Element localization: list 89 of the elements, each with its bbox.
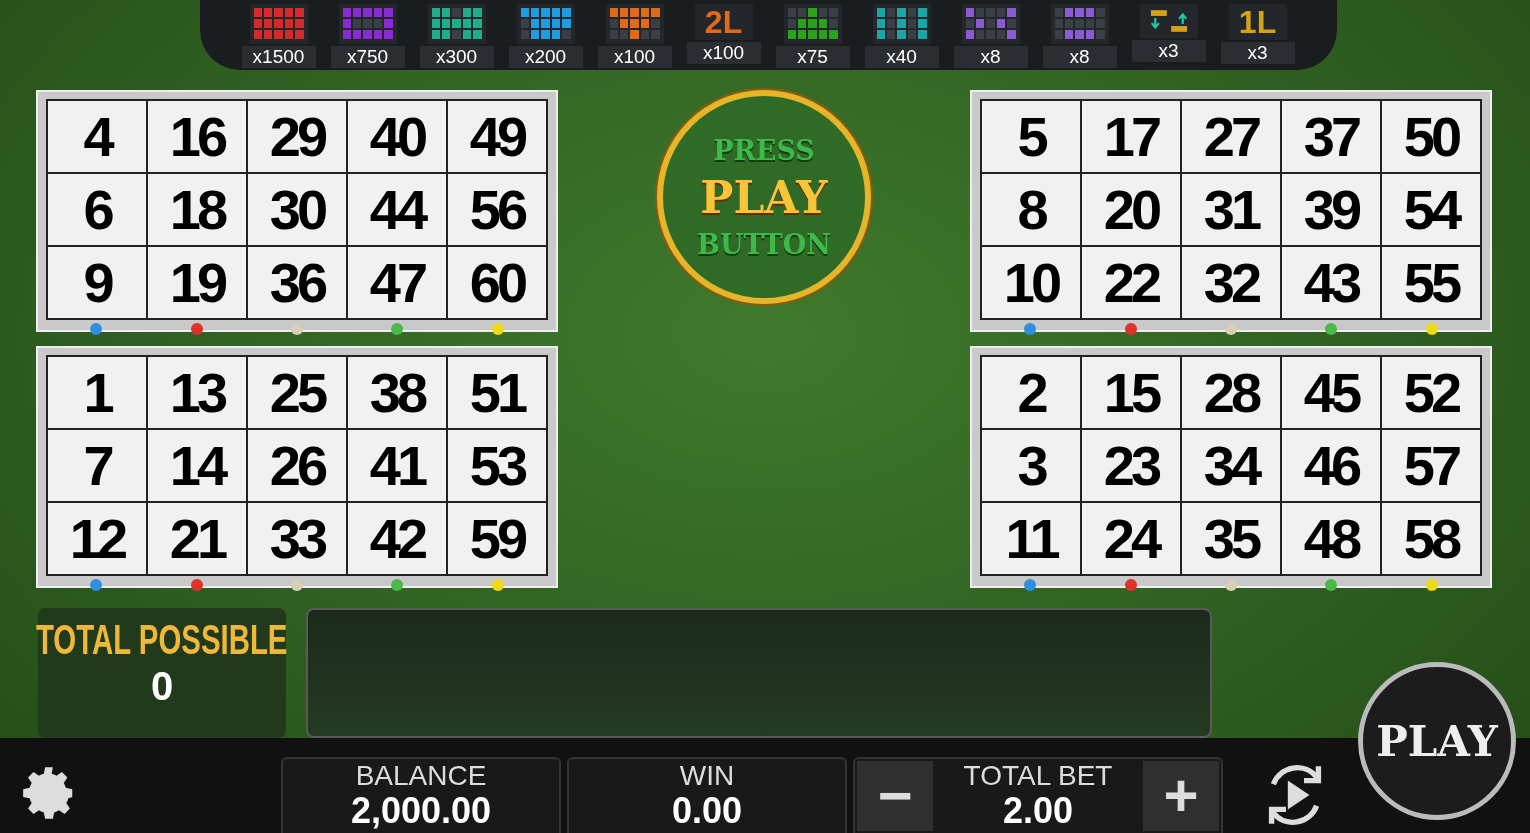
card-number: 9 — [48, 247, 146, 318]
card-number: 37 — [1282, 101, 1380, 172]
pattern-label: 2L — [694, 4, 753, 40]
multiplier-label: x100 — [597, 46, 672, 68]
card-number: 56 — [448, 174, 546, 245]
card-number: 23 — [1082, 430, 1180, 501]
card-number: 31 — [1182, 174, 1280, 245]
card-number: 59 — [448, 503, 546, 574]
card-number: 58 — [1382, 503, 1480, 574]
card-number: 8 — [982, 174, 1080, 245]
multiplier-label: x100 — [686, 42, 761, 64]
card-number: 32 — [1182, 247, 1280, 318]
card-number: 14 — [148, 430, 246, 501]
card-number: 38 — [348, 357, 446, 428]
bet-label: TOTAL BET — [963, 761, 1113, 791]
prompt-text: PRESS — [713, 134, 815, 166]
card-number: 27 — [1182, 101, 1280, 172]
card-number: 40 — [348, 101, 446, 172]
play-button[interactable]: PLAY — [1358, 662, 1516, 820]
card-number: 50 — [1382, 101, 1480, 172]
card-number: 15 — [1082, 357, 1180, 428]
card-number: 6 — [48, 174, 146, 245]
multiplier-label: x300 — [419, 46, 494, 68]
card-number: 17 — [1082, 101, 1180, 172]
card-number: 19 — [148, 247, 246, 318]
multiplier-label: x8 — [1042, 46, 1117, 68]
card-number: 16 — [148, 101, 246, 172]
card-number: 55 — [1382, 247, 1480, 318]
card-number: 53 — [448, 430, 546, 501]
card-number: 44 — [348, 174, 446, 245]
card-number: 42 — [348, 503, 446, 574]
card-number: 5 — [982, 101, 1080, 172]
card-number: 52 — [1382, 357, 1480, 428]
card-number: 33 — [248, 503, 346, 574]
multiplier-label: x200 — [508, 46, 583, 68]
card-number: 3 — [982, 430, 1080, 501]
card-number: 49 — [448, 101, 546, 172]
decrease-bet-button[interactable]: − — [857, 761, 933, 831]
card-number: 57 — [1382, 430, 1480, 501]
card-number: 43 — [1282, 247, 1380, 318]
prompt-text: PLAY — [700, 171, 828, 223]
card-number: 10 — [982, 247, 1080, 318]
total-possible-value: 0 — [150, 664, 174, 709]
card-number: 25 — [248, 357, 346, 428]
multiplier-label: x1500 — [241, 46, 316, 68]
card-number: 34 — [1182, 430, 1280, 501]
multiplier-label: x750 — [330, 46, 405, 68]
multiplier-label: x40 — [864, 46, 939, 68]
win-label: WIN — [679, 761, 735, 791]
card-number: 11 — [982, 503, 1080, 574]
total-possible-label: TOTAL POSSIBLE — [36, 616, 288, 664]
multiplier-label: x75 — [775, 46, 850, 68]
card-number: 1 — [48, 357, 146, 428]
card-number: 21 — [148, 503, 246, 574]
pattern-label: 1L — [1228, 4, 1287, 40]
card-number: 48 — [1282, 503, 1380, 574]
card-number: 24 — [1082, 503, 1180, 574]
card-number: 51 — [448, 357, 546, 428]
balance-label: BALANCE — [355, 761, 487, 791]
card-number: 28 — [1182, 357, 1280, 428]
balance-value: 2,000.00 — [350, 791, 492, 831]
card-number: 47 — [348, 247, 446, 318]
card-number: 41 — [348, 430, 446, 501]
card-number: 22 — [1082, 247, 1180, 318]
card-number: 26 — [248, 430, 346, 501]
card-number: 45 — [1282, 357, 1380, 428]
card-number: 60 — [448, 247, 546, 318]
win-value: 0.00 — [671, 791, 743, 831]
arrows-icon — [1139, 4, 1198, 38]
card-number: 46 — [1282, 430, 1380, 501]
card-number: 7 — [48, 430, 146, 501]
increase-bet-button[interactable]: + — [1143, 761, 1219, 831]
card-number: 13 — [148, 357, 246, 428]
card-number: 39 — [1282, 174, 1380, 245]
card-number: 4 — [48, 101, 146, 172]
card-number: 30 — [248, 174, 346, 245]
card-number: 2 — [982, 357, 1080, 428]
card-number: 20 — [1082, 174, 1180, 245]
multiplier-label: x8 — [953, 46, 1028, 68]
bet-value: 2.00 — [1002, 791, 1074, 831]
multiplier-label: x3 — [1131, 40, 1206, 62]
card-number: 18 — [148, 174, 246, 245]
multiplier-label: x3 — [1220, 42, 1295, 64]
card-number: 12 — [48, 503, 146, 574]
card-number: 36 — [248, 247, 346, 318]
card-number: 35 — [1182, 503, 1280, 574]
card-number: 29 — [248, 101, 346, 172]
prompt-text: BUTTON — [697, 228, 831, 260]
card-number: 54 — [1382, 174, 1480, 245]
